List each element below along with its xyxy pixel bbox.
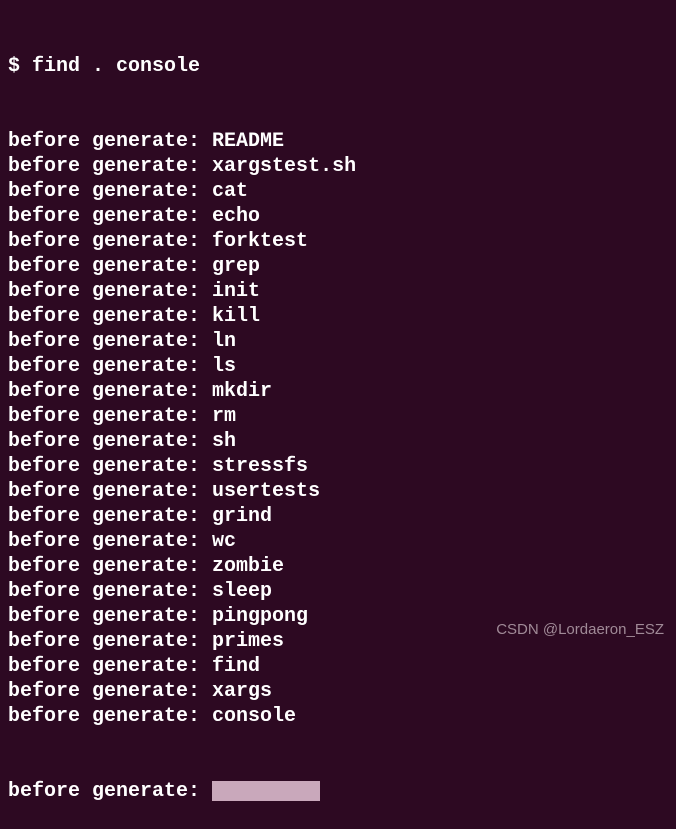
output-prefix: before generate: xyxy=(8,180,212,203)
output-value: usertests xyxy=(212,480,320,503)
output-line: before generate: cat xyxy=(8,179,668,204)
prompt-symbol: $ xyxy=(8,54,32,79)
output-prefix: before generate: xyxy=(8,305,212,328)
output-prefix: before generate: xyxy=(8,155,212,178)
output-prefix: before generate: xyxy=(8,530,212,553)
output-line: before generate: xargstest.sh xyxy=(8,154,668,179)
output-value: grep xyxy=(212,255,260,278)
output-value: kill xyxy=(212,305,260,328)
terminal-cursor[interactable] xyxy=(212,781,320,801)
output-value: mkdir xyxy=(212,380,272,403)
output-prefix: before generate: xyxy=(8,430,212,453)
command-text: find . console xyxy=(32,54,200,79)
output-prefix: before generate: xyxy=(8,605,212,628)
output-value: grind xyxy=(212,505,272,528)
output-value: sh xyxy=(212,430,236,453)
output-value: zombie xyxy=(212,555,284,578)
output-prefix: before generate: xyxy=(8,555,212,578)
output-line: before generate: sleep xyxy=(8,579,668,604)
output-prefix: before generate: xyxy=(8,505,212,528)
output-line: before generate: mkdir xyxy=(8,379,668,404)
output-prefix: before generate: xyxy=(8,205,212,228)
output-line: before generate: init xyxy=(8,279,668,304)
output-line: before generate: console xyxy=(8,704,668,729)
terminal-output: $ find . console before generate: README… xyxy=(8,4,668,829)
output-line: before generate: sh xyxy=(8,429,668,454)
output-value: sleep xyxy=(212,580,272,603)
output-prefix: before generate: xyxy=(8,705,212,728)
output-line: before generate: find xyxy=(8,654,668,679)
output-prefix: before generate: xyxy=(8,455,212,478)
output-value: ls xyxy=(212,355,236,378)
output-line: before generate: stressfs xyxy=(8,454,668,479)
output-line: before generate: xargs xyxy=(8,679,668,704)
output-prefix: before generate: xyxy=(8,380,212,403)
output-value: console xyxy=(212,705,296,728)
output-prefix: before generate: xyxy=(8,655,212,678)
cursor-line: before generate: xyxy=(8,779,668,804)
output-prefix: before generate: xyxy=(8,580,212,603)
output-prefix: before generate: xyxy=(8,230,212,253)
output-line: before generate: grep xyxy=(8,254,668,279)
output-value: primes xyxy=(212,630,284,653)
output-value: init xyxy=(212,280,260,303)
output-value: echo xyxy=(212,205,260,228)
output-value: rm xyxy=(212,405,236,428)
output-value: README xyxy=(212,130,284,153)
output-prefix: before generate: xyxy=(8,330,212,353)
output-prefix: before generate: xyxy=(8,355,212,378)
output-prefix: before generate: xyxy=(8,130,212,153)
watermark-text: CSDN @Lordaeron_ESZ xyxy=(496,621,664,640)
output-value: forktest xyxy=(212,230,308,253)
output-line: before generate: kill xyxy=(8,304,668,329)
output-line: before generate: usertests xyxy=(8,479,668,504)
output-value: pingpong xyxy=(212,605,308,628)
output-prefix: before generate: xyxy=(8,255,212,278)
output-line: before generate: grind xyxy=(8,504,668,529)
output-prefix: before generate: xyxy=(8,630,212,653)
output-value: find xyxy=(212,655,260,678)
output-line: before generate: zombie xyxy=(8,554,668,579)
output-value: xargstest.sh xyxy=(212,155,356,178)
output-prefix: before generate: xyxy=(8,680,212,703)
output-value: ln xyxy=(212,330,236,353)
output-value: xargs xyxy=(212,680,272,703)
output-value: cat xyxy=(212,180,248,203)
output-line: before generate: rm xyxy=(8,404,668,429)
output-prefix: before generate: xyxy=(8,405,212,428)
output-prefix: before generate: xyxy=(8,280,212,303)
output-value: stressfs xyxy=(212,455,308,478)
output-value: wc xyxy=(212,530,236,553)
output-line: before generate: ln xyxy=(8,329,668,354)
output-line: before generate: README xyxy=(8,129,668,154)
output-prefix: before generate: xyxy=(8,780,212,803)
output-line: before generate: wc xyxy=(8,529,668,554)
command-line: $ find . console xyxy=(8,54,668,79)
output-prefix: before generate: xyxy=(8,480,212,503)
output-line: before generate: echo xyxy=(8,204,668,229)
output-line: before generate: forktest xyxy=(8,229,668,254)
output-line: before generate: ls xyxy=(8,354,668,379)
